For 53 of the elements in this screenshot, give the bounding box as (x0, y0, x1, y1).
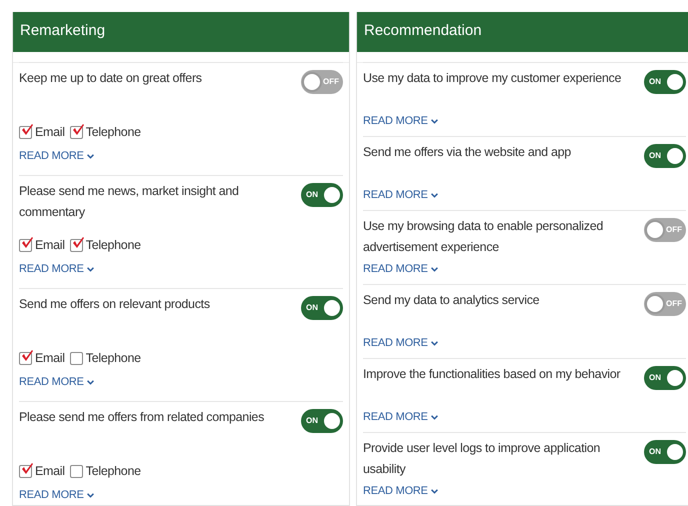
read-more-link[interactable]: READ MORE (19, 150, 94, 162)
chevron-down-icon (86, 154, 94, 158)
chevron-down-icon (430, 488, 438, 494)
toggle-switch[interactable]: ON (301, 409, 343, 433)
read-more-link[interactable]: READ MORE (363, 337, 438, 349)
checkbox-label: Email (35, 464, 65, 478)
checkbox[interactable] (19, 126, 32, 138)
checkbox-label: Email (35, 238, 65, 252)
consent-text: Send my data to analytics service (363, 292, 540, 309)
consent-text: Improve the functionalities based on my behavior (363, 366, 622, 383)
checkbox[interactable] (70, 352, 83, 364)
checkbox-label: Telephone (86, 351, 141, 365)
consent-text: Use my data to improve my customer experience (363, 70, 622, 87)
toggle-switch[interactable]: ON (644, 440, 686, 464)
read-more-link[interactable]: READ MORE (363, 411, 438, 423)
read-more-link[interactable]: READ MORE (363, 263, 438, 275)
chevron-down-icon (430, 192, 438, 198)
chevron-down-icon (86, 266, 94, 272)
consent-text: Please send me offers from related companies (19, 409, 266, 426)
read-more-link[interactable]: READ MORE (19, 489, 94, 501)
checkbox-label: Telephone (86, 125, 141, 139)
checkbox-label: Email (35, 125, 65, 139)
toggle-switch[interactable]: ON (301, 296, 343, 320)
checkbox[interactable] (19, 238, 32, 252)
chevron-down-icon (86, 380, 94, 384)
checkbox[interactable] (19, 352, 32, 364)
toggle-switch[interactable]: ON (644, 144, 686, 168)
checkbox[interactable] (19, 464, 32, 478)
checkbox-label: Telephone (86, 238, 141, 252)
read-more-link[interactable]: READ MORE (363, 189, 438, 201)
read-more-link[interactable]: READ MORE (19, 376, 94, 388)
consent-text: Provide user level logs to improve application usability (363, 440, 602, 478)
chevron-down-icon (430, 266, 438, 272)
checkbox[interactable] (70, 464, 83, 478)
consent-text: Keep me up to date on great offers (19, 70, 203, 87)
chevron-down-icon (430, 340, 438, 346)
toggle-switch[interactable]: ON (644, 366, 686, 390)
toggle-switch[interactable]: ON (644, 70, 686, 94)
consent-text: Send me offers via the website and app (363, 144, 572, 161)
consent-text: Please send me news, market insight and commentary (19, 183, 240, 221)
consent-text: Send me offers on relevant products (19, 296, 211, 313)
checkbox-label: Telephone (86, 464, 141, 478)
checkbox[interactable] (70, 126, 83, 138)
toggle-switch[interactable]: ON (301, 183, 343, 207)
read-more-link[interactable]: READ MORE (363, 115, 438, 127)
checkbox[interactable] (70, 238, 83, 252)
chevron-down-icon (430, 414, 438, 420)
chevron-down-icon (86, 492, 94, 498)
consent-text: Use my browsing data to enable personalized advertisement experience (363, 218, 604, 256)
chevron-down-icon (430, 118, 438, 124)
read-more-link[interactable]: READ MORE (19, 263, 94, 275)
read-more-link[interactable]: READ MORE (363, 485, 438, 497)
checkbox-label: Email (35, 351, 65, 365)
